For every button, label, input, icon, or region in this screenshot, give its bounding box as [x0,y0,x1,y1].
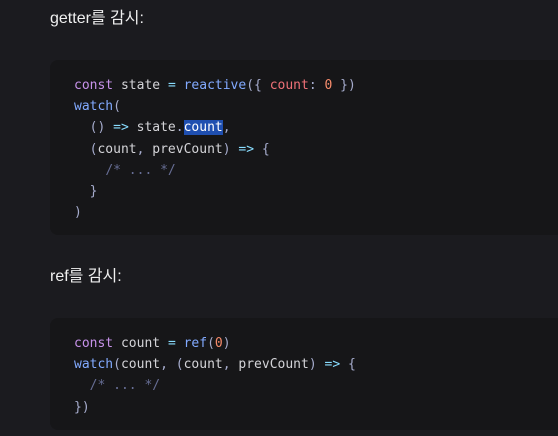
punctuation-token: , [136,141,145,157]
identifier-token: prevCount [238,357,309,373]
heading-watch-getter: getter를 감시: [50,10,144,27]
punctuation-token: , [222,357,231,373]
code-line-1[interactable]: const count = ref(0) [74,333,356,354]
keyword-token: const [74,336,114,351]
function-token: watch [74,357,114,373]
function-token: ref [183,336,208,351]
identifier-token: count [183,357,223,373]
number-token: 0 [324,78,333,93]
operator-token: = [167,336,176,351]
code-line-7[interactable]: ) [74,202,356,223]
heading-watch-ref: ref를 감시: [50,268,122,285]
punctuation-token: ( [113,99,121,115]
punctuation-token: , [222,120,231,136]
code-line-6[interactable]: } [74,181,356,202]
punctuation-token: ( [175,357,184,373]
punctuation-token: ) [308,357,317,373]
code-lines: const count = ref(0) watch(count, (count… [74,333,356,418]
code-line-2[interactable]: watch(count, (count, prevCount) => { [74,354,356,375]
punctuation-token: ) [222,336,231,351]
documentation-page: getter를 감시: const state = reactive({ cou… [0,0,558,436]
operator-token: = [167,78,176,93]
punctuation-token: ) [222,141,231,157]
code-line-4[interactable]: }) [74,397,356,418]
code-block-watch-ref: const count = ref(0) watch(count, (count… [50,318,558,430]
identifier-token: prevCount [152,141,223,157]
function-token: reactive [183,78,247,93]
identifier-token: count [120,336,161,351]
code-line-4[interactable]: (count, prevCount) => { [74,139,356,160]
arrow-token: => [238,141,255,157]
code-line-5[interactable]: /* ... */ [74,160,356,181]
function-token: watch [74,99,114,115]
punctuation-token: ) [74,205,82,221]
identifier-token: count [120,357,161,373]
code-line-1[interactable]: const state = reactive({ count: 0 }) [74,75,356,96]
code-lines: const state = reactive({ count: 0 }) wat… [74,75,356,223]
punctuation-token: . [175,120,184,136]
code-line-3[interactable]: () => state.count, [74,117,356,138]
comment-token: /* ... */ [89,378,161,394]
arrow-token: => [113,120,129,136]
punctuation-token: ( [113,357,121,373]
comment-token: /* ... */ [105,162,176,178]
identifier-token: count [97,141,137,157]
punctuation-token: ({ [246,78,262,93]
punctuation-token: { [261,141,270,157]
identifier-token: state [136,120,176,136]
keyword-token: const [74,78,114,93]
number-token: 0 [214,336,223,351]
punctuation-token: ( [207,336,215,351]
code-line-2[interactable]: watch( [74,96,356,117]
identifier-token: state [120,78,161,93]
selected-text[interactable]: count [183,120,223,136]
code-line-3[interactable]: /* ... */ [74,375,356,396]
punctuation-token: , [160,357,168,373]
punctuation-token: }) [74,399,90,415]
punctuation-token: } [89,183,98,199]
punctuation-token: () [89,120,106,136]
code-block-watch-getter: const state = reactive({ count: 0 }) wat… [50,60,558,235]
punctuation-token: }) [340,78,356,93]
punctuation-token: : [308,78,317,93]
arrow-token: => [324,357,341,373]
property-token: count [269,78,309,93]
punctuation-token: { [347,357,356,373]
